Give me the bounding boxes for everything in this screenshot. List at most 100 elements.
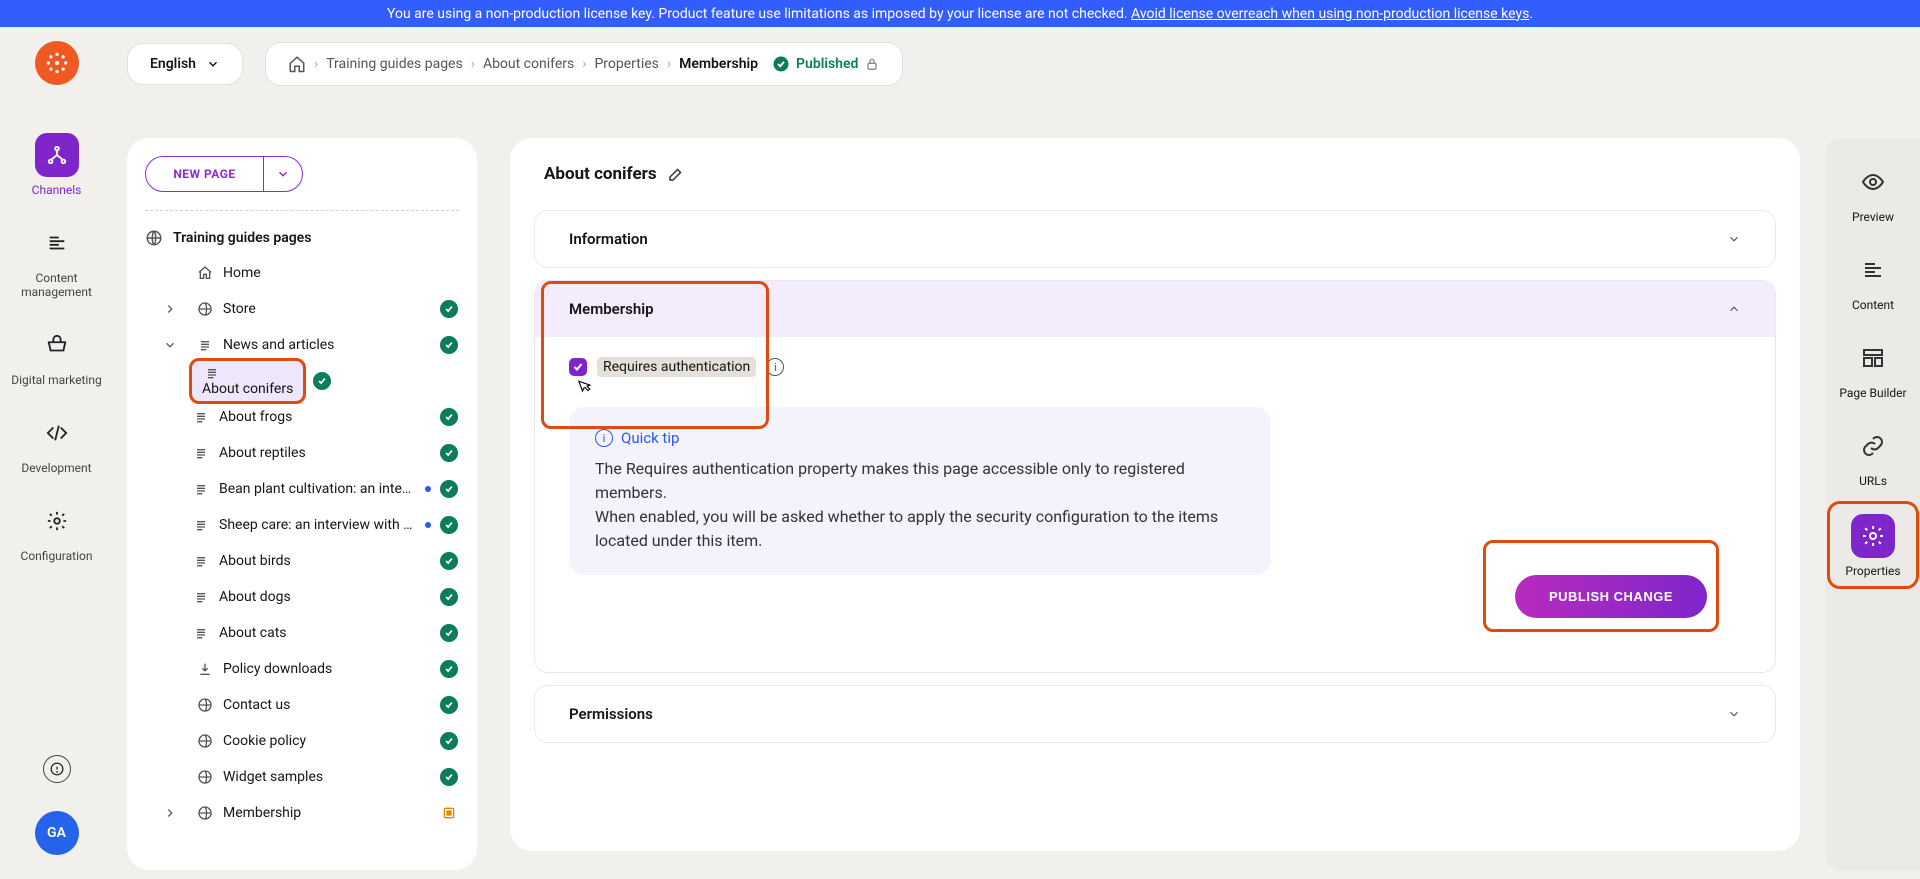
tree-item[interactable]: News and articles xyxy=(145,327,459,363)
status-icon xyxy=(439,444,459,462)
requires-auth-label: Requires authentication xyxy=(597,357,756,377)
tree-item[interactable]: Sheep care: an interview with a farmer xyxy=(145,507,459,543)
doc-icon xyxy=(191,517,211,533)
tab-page-builder[interactable]: Page Builder xyxy=(1832,328,1914,406)
tree-item[interactable]: Home xyxy=(145,255,459,291)
nav-content-management[interactable]: Content management xyxy=(0,213,113,305)
status-icon xyxy=(439,660,459,678)
status-icon xyxy=(439,408,459,426)
highlight-properties: Properties xyxy=(1830,504,1916,586)
tree-root[interactable]: Training guides pages xyxy=(145,225,459,251)
digital-marketing-icon xyxy=(35,323,79,367)
doc-icon xyxy=(191,445,211,461)
tree-item[interactable]: About cats xyxy=(145,615,459,651)
nav-digital-marketing[interactable]: Digital marketing xyxy=(0,315,113,393)
site-icon xyxy=(145,229,163,247)
status-icon xyxy=(439,732,459,750)
right-sidebar: Preview Content Page Builder URLs Proper… xyxy=(1826,138,1920,871)
globe-icon xyxy=(195,805,215,821)
edit-title-button[interactable] xyxy=(667,165,685,183)
doc-icon xyxy=(191,409,211,425)
doc-icon xyxy=(191,553,211,569)
crumb-properties[interactable]: Properties xyxy=(594,56,658,72)
nav-configuration[interactable]: Configuration xyxy=(0,491,113,569)
status-icon xyxy=(439,768,459,786)
lock-icon xyxy=(864,56,880,72)
requires-auth-checkbox[interactable] xyxy=(569,358,587,376)
language-selector[interactable]: English xyxy=(127,43,243,85)
page-tree-panel: NEW PAGE Training guides pages HomeStore… xyxy=(127,138,477,870)
tab-urls[interactable]: URLs xyxy=(1832,416,1914,494)
section-permissions[interactable]: Permissions xyxy=(535,686,1775,742)
tree-expander[interactable] xyxy=(163,302,187,316)
chevron-down-icon xyxy=(1727,707,1741,721)
home-icon[interactable] xyxy=(288,55,306,73)
chevron-up-icon xyxy=(1727,302,1741,316)
globe-icon xyxy=(195,769,215,785)
crumb-page[interactable]: About conifers xyxy=(483,56,574,72)
content-panel: About conifers Information Membership Re… xyxy=(510,138,1800,851)
status-icon xyxy=(439,696,459,714)
doc-icon xyxy=(191,481,211,497)
development-icon xyxy=(35,411,79,455)
content-icon xyxy=(1851,248,1895,292)
tree-item[interactable]: Widget samples xyxy=(145,759,459,795)
tree-item[interactable]: About reptiles xyxy=(145,435,459,471)
status-icon xyxy=(439,336,459,354)
download-icon xyxy=(195,661,215,677)
tab-properties[interactable]: Properties xyxy=(1832,506,1914,584)
status-badge: Published xyxy=(772,55,880,73)
tab-preview[interactable]: Preview xyxy=(1832,152,1914,230)
new-page-dropdown[interactable] xyxy=(263,157,302,191)
status-icon xyxy=(312,372,332,390)
gear-icon xyxy=(35,499,79,543)
tree-item[interactable]: Cookie policy xyxy=(145,723,459,759)
tree-item[interactable]: About dogs xyxy=(145,579,459,615)
help-button[interactable] xyxy=(43,755,71,783)
app-logo[interactable] xyxy=(35,41,79,85)
tree-item[interactable]: About frogs xyxy=(145,399,459,435)
crumb-root[interactable]: Training guides pages xyxy=(326,56,463,72)
tree-item[interactable]: Membership xyxy=(145,795,459,831)
section-membership[interactable]: Membership xyxy=(535,281,1775,337)
info-icon[interactable]: i xyxy=(766,358,784,376)
doc-icon xyxy=(195,337,215,353)
section-information[interactable]: Information xyxy=(535,211,1775,267)
crumb-current: Membership xyxy=(679,56,758,72)
nav-development[interactable]: Development xyxy=(0,403,113,481)
status-icon xyxy=(439,552,459,570)
status-icon xyxy=(439,480,459,498)
user-avatar[interactable]: GA xyxy=(35,811,79,855)
tree-item[interactable]: Contact us xyxy=(145,687,459,723)
gear-icon xyxy=(1851,514,1895,558)
banner-text: You are using a non-production license k… xyxy=(387,6,1131,22)
status-icon xyxy=(439,588,459,606)
globe-icon xyxy=(195,697,215,713)
tree-expander[interactable] xyxy=(163,806,187,820)
status-icon xyxy=(439,805,459,821)
chevron-down-icon xyxy=(1727,232,1741,246)
page-title: About conifers xyxy=(544,164,657,184)
builder-icon xyxy=(1851,336,1895,380)
link-icon xyxy=(1851,424,1895,468)
tree-item[interactable]: About birds xyxy=(145,543,459,579)
new-page-button[interactable]: NEW PAGE xyxy=(145,156,303,192)
tree-item-selected: About conifers xyxy=(191,360,304,402)
doc-icon xyxy=(191,589,211,605)
tree-expander[interactable] xyxy=(163,338,187,352)
publish-change-button[interactable]: PUBLISH CHANGE xyxy=(1515,575,1707,618)
eye-icon xyxy=(1851,160,1895,204)
banner-link[interactable]: Avoid license overreach when using non-p… xyxy=(1131,6,1529,22)
tree-item[interactable]: Bean plant cultivation: an interview xyxy=(145,471,459,507)
breadcrumb: › Training guides pages › About conifers… xyxy=(265,42,903,86)
cursor-icon xyxy=(575,377,593,399)
tree-item[interactable]: Store xyxy=(145,291,459,327)
nav-channels[interactable]: Channels xyxy=(0,125,113,203)
globe-icon xyxy=(195,733,215,749)
tree-item[interactable]: Policy downloads xyxy=(145,651,459,687)
tree-item[interactable]: About conifers xyxy=(145,363,459,399)
info-icon: i xyxy=(595,429,613,447)
home-icon xyxy=(195,265,215,281)
tab-content[interactable]: Content xyxy=(1832,240,1914,318)
status-icon xyxy=(439,516,459,534)
